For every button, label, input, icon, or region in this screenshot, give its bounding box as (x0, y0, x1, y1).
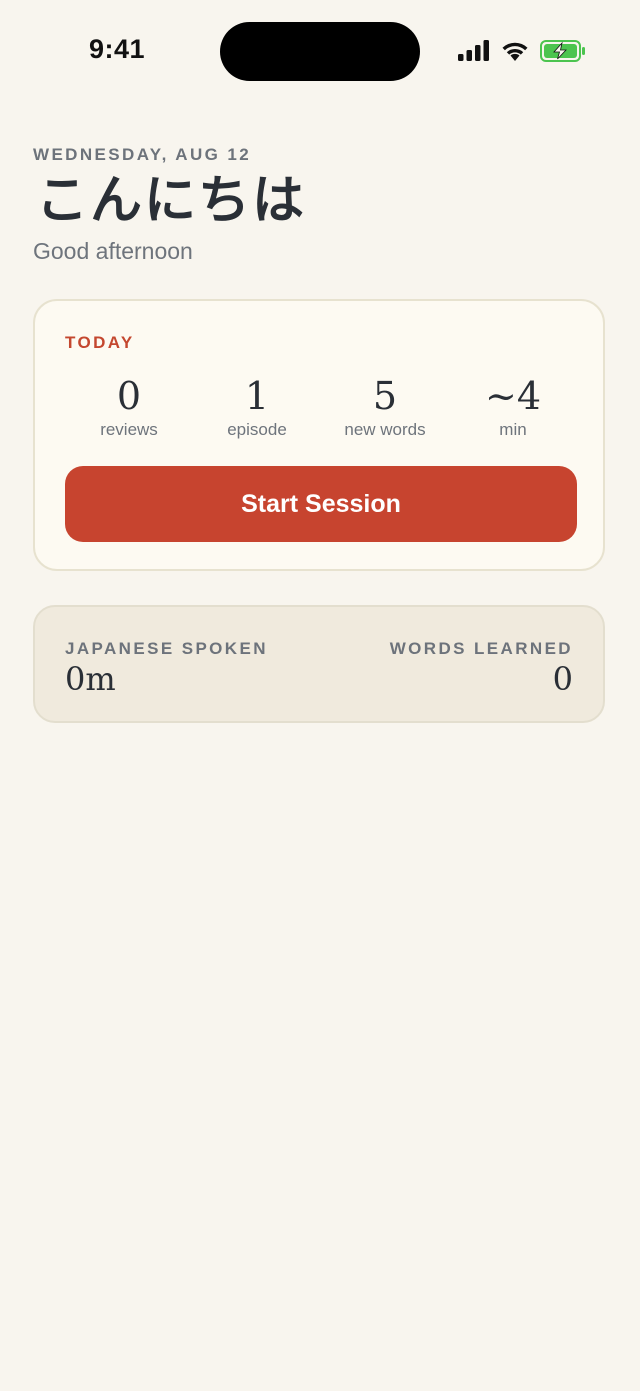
status-icons (458, 40, 588, 64)
stat-label: new words (344, 420, 426, 439)
today-label: TODAY (65, 333, 135, 352)
status-time: 9:41 (89, 34, 146, 64)
stat-value: 1 (244, 374, 270, 418)
date-label: WEDNESDAY, AUG 12 (33, 145, 252, 164)
stat-minutes: ~4 min (449, 373, 577, 441)
cellular-signal-icon (458, 40, 489, 61)
wifi-icon (502, 42, 528, 61)
words-learned-label: WORDS LEARNED (389, 639, 573, 658)
dynamic-island (220, 22, 420, 81)
stat-value: ~4 (484, 374, 542, 418)
greeting-japanese: こんにちは (36, 170, 307, 231)
japanese-spoken-value: 0m (65, 660, 116, 698)
japanese-spoken-label: JAPANESE SPOKEN (65, 639, 268, 658)
stat-label: min (499, 420, 527, 439)
stat-label: reviews (100, 420, 158, 439)
stat-label: episode (227, 420, 287, 439)
totals-card: JAPANESE SPOKEN 0m WORDS LEARNED 0 (33, 605, 605, 723)
today-card: TODAY 0 reviews 1 episode 5 new words ~4… (33, 299, 605, 571)
battery-charging-icon (540, 40, 585, 62)
today-stats: 0 reviews 1 episode 5 new words ~4 min (65, 373, 577, 443)
start-session-button[interactable]: Start Session (65, 466, 577, 542)
words-learned-value: 0 (552, 660, 573, 698)
stat-value: 5 (372, 374, 398, 418)
stat-reviews: 0 reviews (65, 373, 193, 441)
stat-episode: 1 episode (193, 373, 321, 441)
status-bar: 9:41 (0, 0, 640, 100)
stat-new-words: 5 new words (321, 373, 449, 441)
greeting-english: Good afternoon (33, 238, 193, 264)
stat-value: 0 (116, 374, 142, 418)
